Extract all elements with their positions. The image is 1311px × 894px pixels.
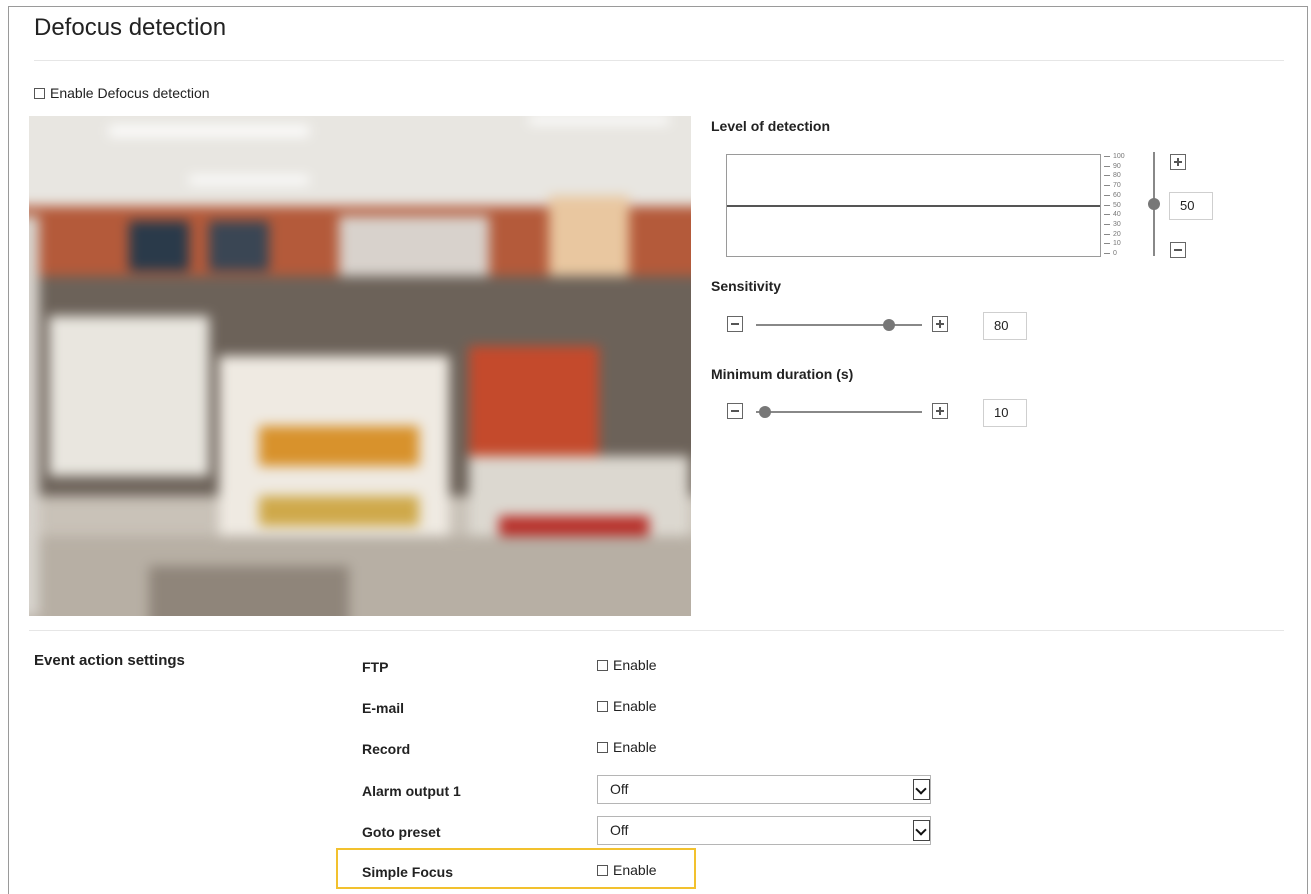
enable-defocus-checkbox[interactable] [34,88,45,99]
level-tick-mark [1104,194,1110,196]
goto-preset-label: Goto preset [362,824,441,840]
sensitivity-value-field[interactable]: 80 [983,312,1027,340]
level-tick-label: 10 [1113,240,1121,248]
simple-focus-enable-checkbox[interactable] [597,865,608,876]
level-tick-label: 20 [1113,230,1121,238]
level-of-detection-label: Level of detection [711,118,831,134]
level-tick-mark [1104,233,1110,235]
level-tick-mark [1104,175,1110,177]
page-title: Defocus detection [34,14,227,41]
level-value-field[interactable]: 50 [1169,192,1213,220]
email-enable-row[interactable]: Enable [597,698,657,714]
level-tick-label: 70 [1113,182,1121,190]
sensitivity-increase-button[interactable] [932,316,948,332]
ftp-enable-checkbox[interactable] [597,660,608,671]
goto-preset-select[interactable]: Off [597,816,931,845]
sensitivity-label: Sensitivity [711,278,782,294]
level-tick-label: 90 [1113,162,1121,170]
preview-scene [29,116,691,616]
email-enable-label: Enable [613,698,657,714]
level-tick-label: 60 [1113,191,1121,199]
level-increase-button[interactable] [1170,154,1186,170]
level-tick-mark [1104,185,1110,187]
sensitivity-slider-track[interactable] [756,324,922,326]
ftp-label: FTP [362,659,389,675]
ftp-enable-label: Enable [613,657,657,673]
level-tick-mark [1104,243,1110,245]
level-tick-mark [1104,214,1110,216]
duration-slider-track[interactable] [756,411,922,413]
email-label: E-mail [362,700,405,716]
ftp-enable-row[interactable]: Enable [597,657,657,673]
event-action-settings-title: Event action settings [34,652,185,669]
level-tick-mark [1104,156,1110,157]
alarm-output-value: Off [610,781,629,797]
enable-defocus-label: Enable Defocus detection [50,85,210,101]
level-tick-label: 40 [1113,211,1121,219]
level-tick-scale: 100 90 80 70 60 50 40 30 20 10 0 [1104,153,1144,257]
section-divider [29,630,1284,631]
sensitivity-slider-handle[interactable] [882,319,895,331]
record-enable-label: Enable [613,739,657,755]
alarm-output-label: Alarm output 1 [362,783,461,799]
level-slider-handle[interactable] [1148,198,1160,210]
email-enable-checkbox[interactable] [597,701,608,712]
duration-decrease-button[interactable] [727,403,743,419]
enable-defocus-checkbox-row[interactable]: Enable Defocus detection [34,85,210,101]
alarm-output-select[interactable]: Off [597,775,931,804]
level-tick-mark [1104,165,1110,167]
duration-value-field[interactable]: 10 [983,399,1027,427]
level-tick-label: 100 [1113,153,1125,160]
record-enable-checkbox[interactable] [597,742,608,753]
record-label: Record [362,741,411,757]
minimum-duration-label: Minimum duration (s) [711,366,854,382]
level-decrease-button[interactable] [1170,242,1186,258]
level-tick-label: 80 [1113,172,1121,180]
duration-slider-handle[interactable] [758,406,771,418]
record-enable-row[interactable]: Enable [597,739,657,755]
level-tick-mark [1104,204,1110,206]
title-divider [34,60,1284,61]
level-tick-label: 30 [1113,220,1121,228]
simple-focus-enable-label: Enable [613,862,657,878]
level-of-detection-chart [726,154,1101,257]
sensitivity-decrease-button[interactable] [727,316,743,332]
simple-focus-enable-row[interactable]: Enable [597,862,657,878]
chevron-down-icon[interactable] [913,779,930,800]
level-tick-label: 50 [1113,201,1121,209]
level-tick-label: 0 [1113,250,1117,257]
level-tick-mark [1104,253,1110,254]
level-tick-mark [1104,223,1110,225]
duration-increase-button[interactable] [932,403,948,419]
level-threshold-line [727,204,1100,207]
simple-focus-label: Simple Focus [362,864,454,880]
goto-preset-value: Off [610,822,629,838]
chevron-down-icon[interactable] [913,820,930,841]
camera-preview [29,116,691,616]
